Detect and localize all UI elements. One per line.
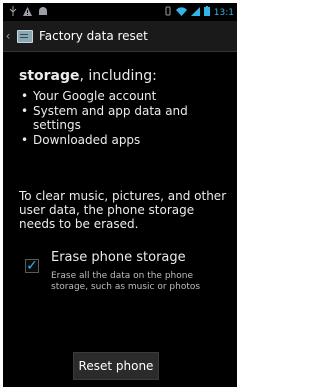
settings-icon-line xyxy=(20,34,28,35)
warning-icon xyxy=(23,6,32,19)
intro-bold: storage xyxy=(19,68,80,84)
bullet-dot: • xyxy=(21,89,29,103)
vibrate-icon xyxy=(164,6,172,19)
list-item: • System and app data and settings xyxy=(21,104,231,132)
phone-screen: 13:1 ‹ Factory data reset storage, inclu… xyxy=(3,3,237,387)
chevron-left-icon[interactable]: ‹ xyxy=(3,21,13,51)
erase-storage-title: Erase phone storage xyxy=(51,250,186,265)
status-left xyxy=(9,6,48,19)
bullet-text: System and app data and settings xyxy=(33,104,188,132)
usb-icon xyxy=(9,6,17,19)
list-item: • Downloaded apps xyxy=(21,133,231,147)
data-list: • Your Google account • System and app d… xyxy=(21,89,231,148)
erase-storage-option[interactable]: ✓ Erase phone storage Erase all the data… xyxy=(19,247,229,307)
list-item: • Your Google account xyxy=(21,89,231,103)
reset-phone-button[interactable]: Reset phone xyxy=(73,352,159,380)
bullet-text: Downloaded apps xyxy=(33,133,141,147)
status-right: 13:1 xyxy=(164,6,234,19)
action-bar: ‹ Factory data reset xyxy=(3,21,237,52)
bullet-dot: • xyxy=(21,133,29,147)
page-title: Factory data reset xyxy=(39,29,148,43)
battery-icon xyxy=(203,6,210,19)
bullet-text: Your Google account xyxy=(33,89,157,103)
settings-icon-line xyxy=(20,37,28,38)
signal-icon xyxy=(190,6,200,19)
android-icon xyxy=(38,7,48,18)
check-icon: ✓ xyxy=(26,258,38,274)
erase-storage-checkbox[interactable]: ✓ xyxy=(25,259,39,273)
intro-text: storage, including: xyxy=(19,69,229,83)
intro-rest: , including: xyxy=(79,68,157,84)
status-bar: 13:1 xyxy=(3,3,237,21)
erase-storage-description: Erase all the data on the phone storage,… xyxy=(51,271,201,292)
status-time: 13:1 xyxy=(213,7,234,18)
storage-note: To clear music, pictures, and other user… xyxy=(19,189,227,231)
bullet-dot: • xyxy=(21,104,29,118)
settings-icon[interactable] xyxy=(15,27,33,45)
wifi-icon xyxy=(175,6,187,19)
reset-content: storage, including: • Your Google accoun… xyxy=(3,51,237,387)
